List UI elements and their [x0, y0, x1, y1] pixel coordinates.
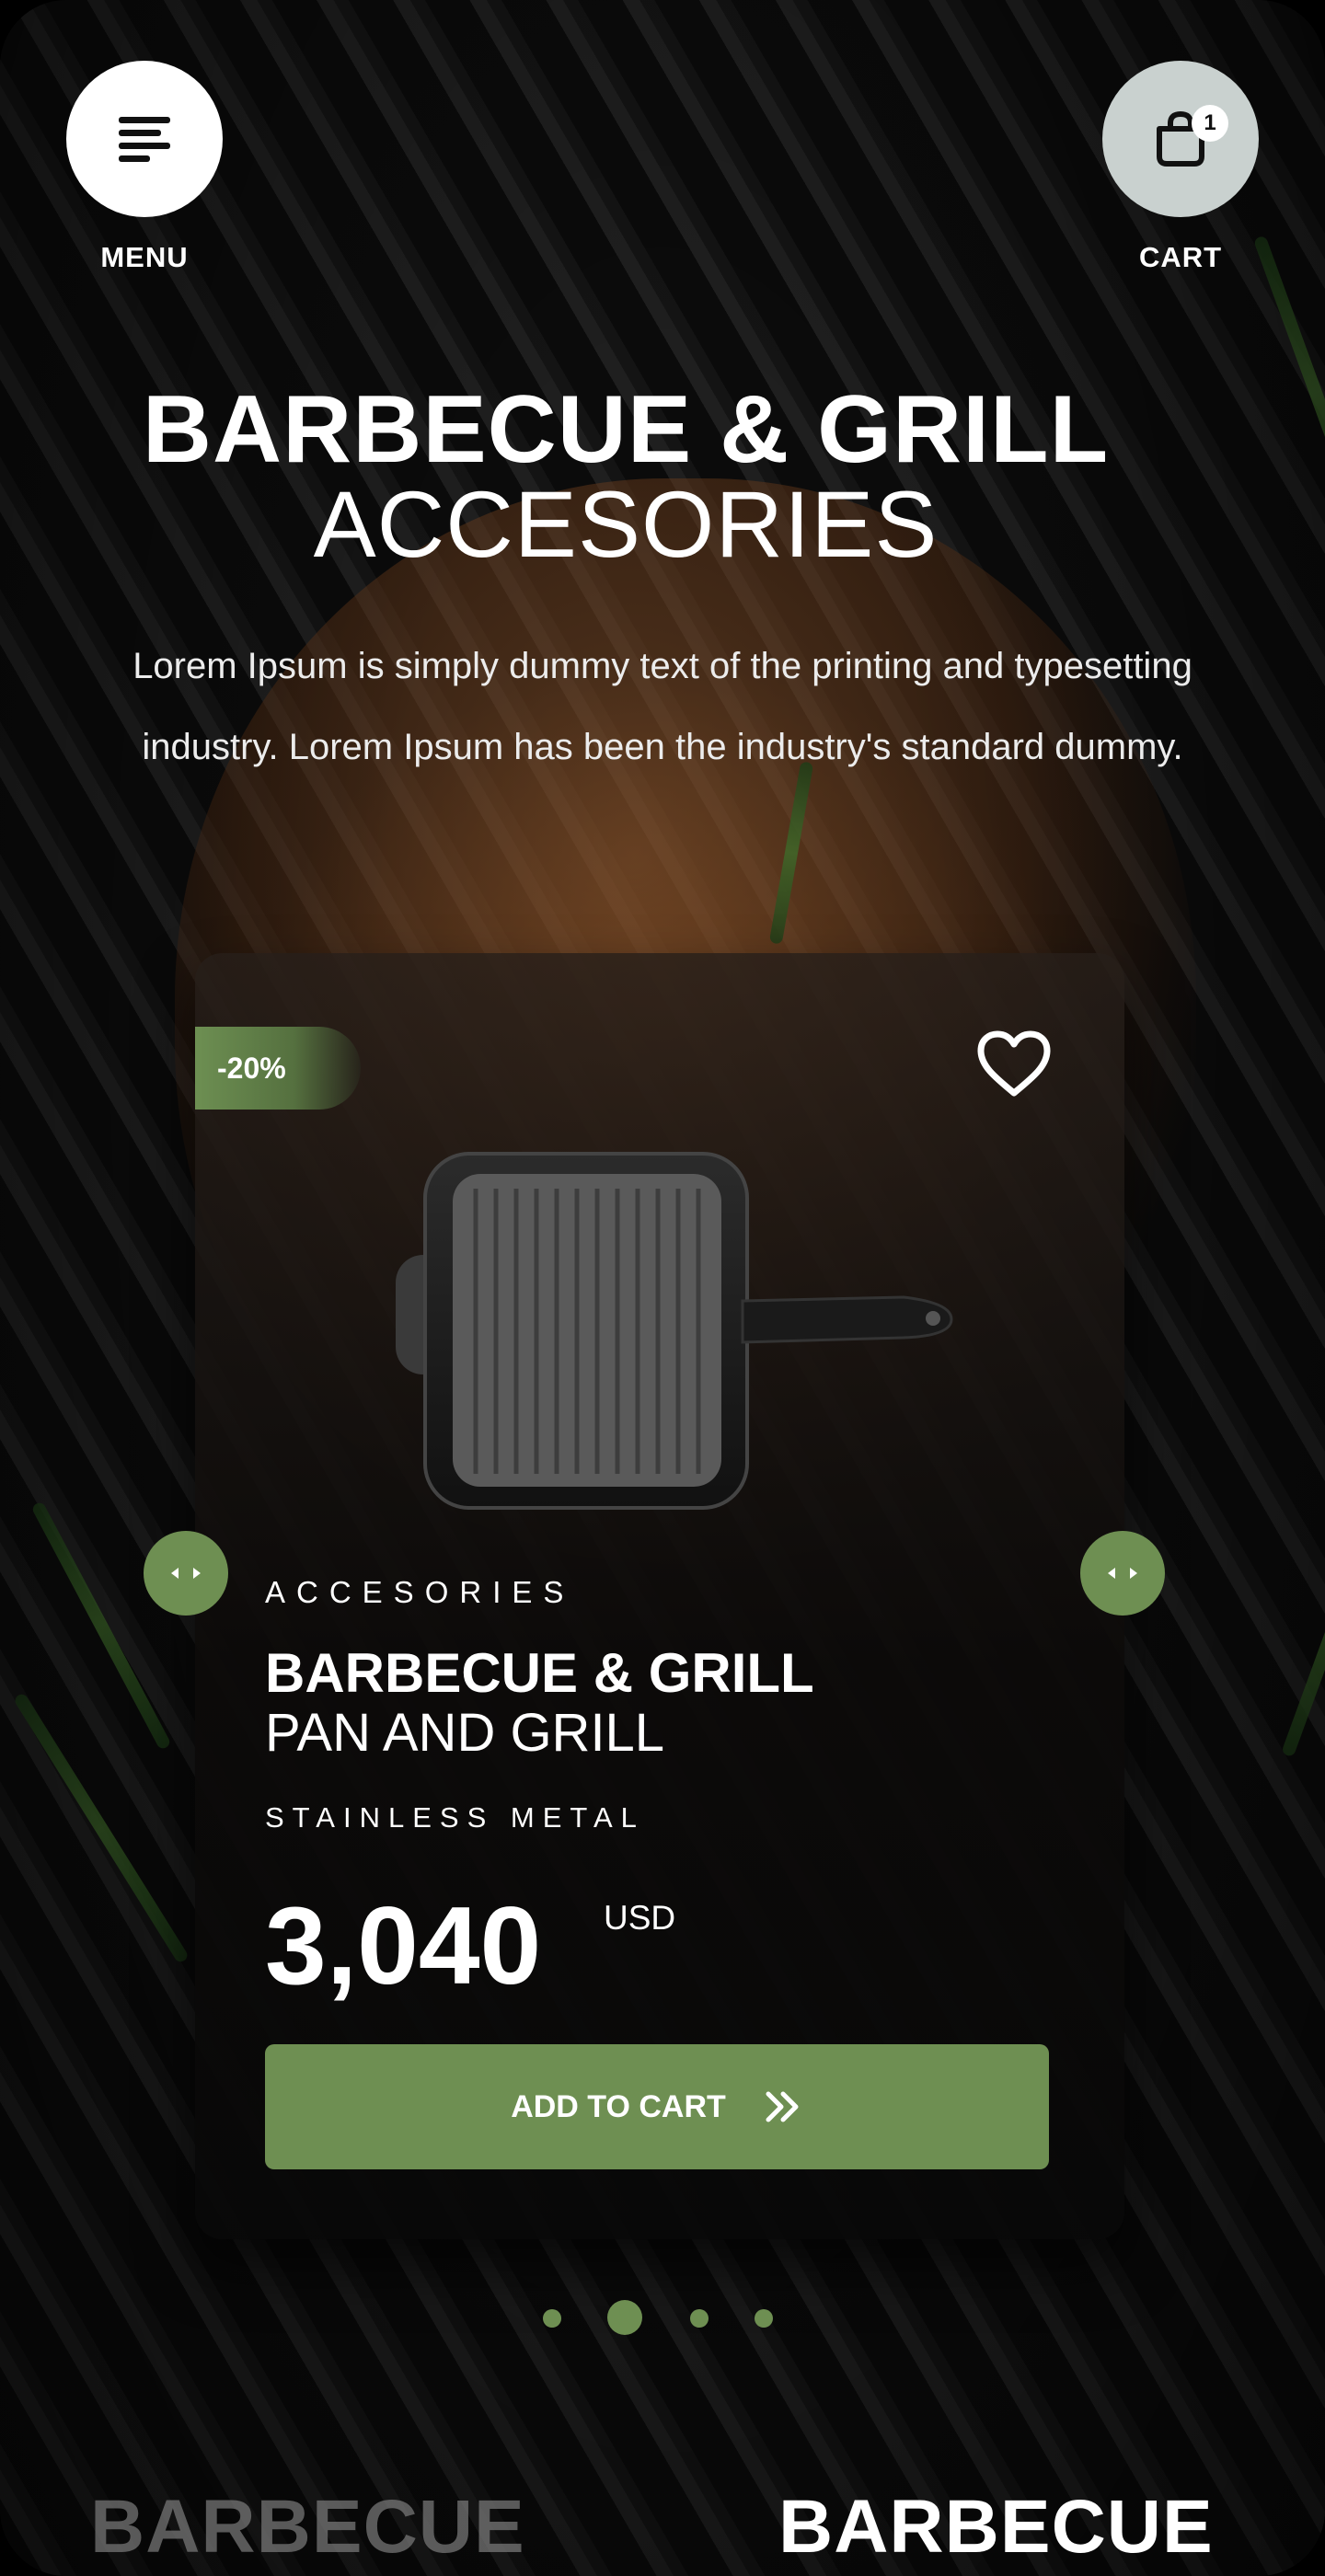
- arrows-horizontal-icon: [1108, 1568, 1137, 1579]
- add-to-cart-button[interactable]: ADD TO CART: [265, 2044, 1049, 2169]
- product-price: 3,040: [265, 1884, 542, 2007]
- cart-button[interactable]: [1102, 61, 1259, 217]
- pagination-dot[interactable]: [690, 2309, 709, 2328]
- menu-button[interactable]: [66, 61, 223, 217]
- cart-count-badge: 1: [1192, 105, 1228, 142]
- marquee-word: BARBECUE: [778, 2485, 1214, 2569]
- hero-subtitle: ACCESORIES: [313, 472, 939, 577]
- add-to-cart-label: ADD TO CART: [511, 2088, 726, 2124]
- product-category: ACCESORIES: [265, 1575, 575, 1609]
- hero-title: BARBECUE & GRILL: [142, 376, 1110, 483]
- cart-label: CART: [1138, 241, 1223, 273]
- marquee-word: BARBECUE: [90, 2485, 525, 2569]
- hero-description: Lorem Ipsum is simply dummy text of the …: [132, 646, 1192, 767]
- product-material: STAINLESS METAL: [265, 1801, 645, 1834]
- carousel-next-button[interactable]: [1080, 1531, 1165, 1616]
- heart-icon[interactable]: [975, 1029, 1053, 1098]
- discount-badge: -20%: [195, 1027, 361, 1110]
- menu-label: MENU: [100, 241, 189, 273]
- arrows-horizontal-icon: [171, 1568, 201, 1579]
- product-screen: MENU 1 CART BARBECUE & GRILL ACCESORIES …: [0, 0, 1325, 2576]
- menu-lines-icon: [119, 117, 170, 162]
- double-chevron-right-icon: [766, 2091, 799, 2122]
- price-currency: USD: [604, 1899, 676, 1937]
- product-subname: PAN AND GRILL: [265, 1703, 665, 1763]
- grill-pan-image: [396, 1152, 953, 1510]
- pagination-dot[interactable]: [543, 2309, 561, 2328]
- pagination-dot[interactable]: [755, 2309, 773, 2328]
- carousel-pagination: [0, 2300, 1325, 2337]
- carousel-prev-button[interactable]: [144, 1531, 228, 1616]
- pagination-dot-active[interactable]: [607, 2300, 642, 2335]
- product-name: BARBECUE & GRILL: [265, 1642, 814, 1704]
- product-card[interactable]: -20% ACCESORIES BARBECUE & GRILL PAN AND…: [195, 953, 1124, 2239]
